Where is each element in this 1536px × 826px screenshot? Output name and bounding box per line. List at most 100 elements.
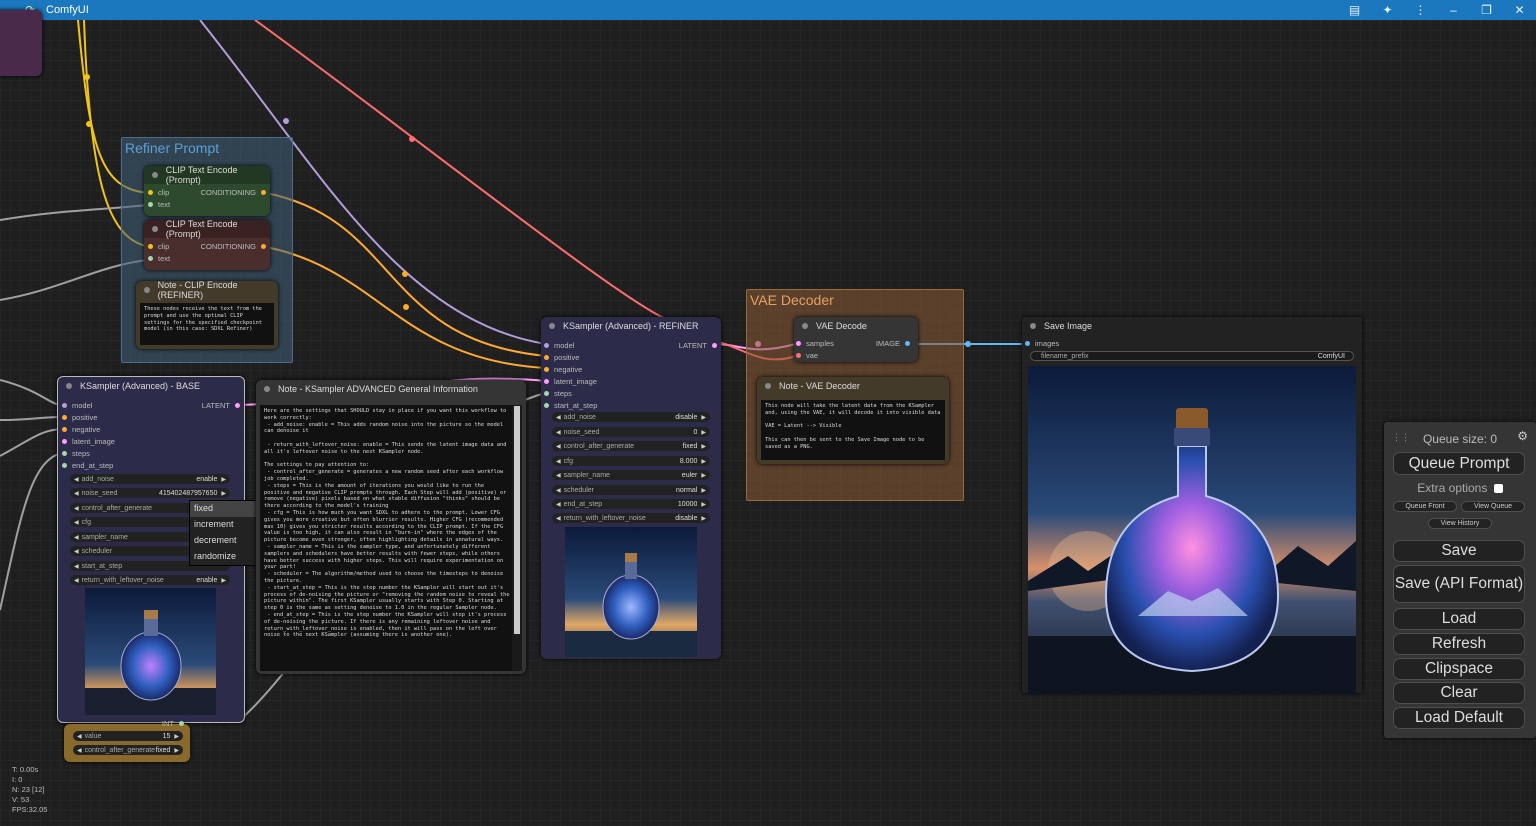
note-textarea[interactable]: Here are the settings that SHOULD stay i… [260, 405, 516, 671]
input-steps[interactable]: steps [544, 389, 572, 398]
maximize-icon[interactable]: ❐ [1470, 0, 1503, 20]
widget-label: return_with_leftover_noise [81, 576, 164, 584]
widget-control-after-generate[interactable]: ◀ control_after_generate fixed ▶ [73, 745, 183, 755]
input-latent-image[interactable]: latent_image [544, 377, 597, 386]
view-queue-button[interactable]: View Queue [1461, 501, 1525, 512]
note-clip-encode[interactable]: Note - CLIP Encode (REFINER) These nodes… [136, 280, 278, 349]
widget-end-at-step[interactable]: ◀ end_at_step 10000 ▶ [552, 499, 710, 509]
slot-label: clip [158, 188, 170, 197]
translate-icon[interactable]: ▤ [1338, 0, 1371, 20]
output-latent[interactable]: LATENT [202, 401, 240, 410]
note-ksampler-info[interactable]: Note - KSampler ADVANCED General Informa… [256, 380, 526, 674]
save-api-format-button[interactable]: Save (API Format) [1393, 565, 1525, 603]
note-textarea[interactable]: These nodes receive the text from the pr… [140, 303, 274, 345]
input-positive[interactable]: positive [544, 353, 579, 362]
clip-text-encode-positive[interactable]: CLIP Text Encode (Prompt) clip text COND… [144, 165, 270, 216]
stat-vertices: V: 53 [12, 795, 30, 804]
widget-value[interactable]: ◀ value 15 ▶ [73, 731, 183, 741]
widget-value: 10000 [677, 500, 698, 508]
input-clip[interactable]: clip [148, 242, 169, 251]
widget-add-noise[interactable]: ◀ add_noise disable ▶ [552, 412, 710, 422]
clear-button[interactable]: Clear [1393, 682, 1525, 704]
queue-front-button[interactable]: Queue Front [1393, 501, 1457, 512]
queue-prompt-button[interactable]: Queue Prompt [1393, 452, 1525, 475]
collapse-dot-icon[interactable] [152, 172, 158, 178]
load-default-button[interactable]: Load Default [1393, 707, 1525, 729]
widget-noise-seed[interactable]: ◀ noise_seed 0 ▶ [552, 427, 710, 437]
scrollbar[interactable] [512, 405, 522, 671]
node-title: Note - VAE Decoder [779, 381, 860, 391]
collapse-dot-icon[interactable] [802, 323, 808, 329]
widget-noise-seed[interactable]: ◀ noise_seed 415402487957650 ▶ [70, 488, 230, 498]
save-image[interactable]: Save Image images filename_prefix ComfyUI [1022, 317, 1362, 693]
collapse-dot-icon[interactable] [765, 383, 771, 389]
widget-cfg[interactable]: ◀ cfg 8.000 ▶ [552, 456, 710, 466]
input-images[interactable]: images [1025, 339, 1059, 348]
window-title: ComfyUI [46, 4, 89, 16]
clip-text-encode-negative[interactable]: CLIP Text Encode (Prompt) clip text COND… [144, 219, 270, 270]
slot-label: negative [554, 365, 583, 374]
clipspace-button[interactable]: Clipspace [1393, 658, 1525, 680]
input-vae[interactable]: vae [796, 351, 818, 360]
widget-sampler-name[interactable]: ◀ sampler_name euler ▶ [552, 470, 710, 480]
note-textarea[interactable]: This node will take the latent data from… [761, 400, 945, 460]
close-icon[interactable]: ✕ [1503, 0, 1536, 20]
input-start-at-step[interactable]: start_at_step [544, 401, 597, 410]
slot-label: steps [554, 389, 572, 398]
collapse-dot-icon[interactable] [264, 386, 270, 392]
save-button[interactable]: Save [1393, 540, 1525, 562]
primitive-node[interactable]: INT ◀ value 15 ▶ ◀ control_after_generate fix… [64, 719, 190, 762]
wire-vae [254, 20, 669, 321]
output-image[interactable]: IMAGE [876, 339, 910, 348]
input-text[interactable]: text [148, 254, 170, 263]
output-conditioning[interactable]: CONDITIONING [201, 242, 266, 251]
slot-label: model [72, 401, 93, 410]
collapse-dot-icon[interactable] [66, 383, 72, 389]
widget-value: 8.000 [679, 457, 698, 465]
scrollbar-thumb[interactable] [514, 406, 520, 634]
input-negative[interactable]: negative [544, 365, 582, 374]
filename-prefix-field[interactable]: filename_prefix ComfyUI [1030, 351, 1354, 361]
load-button[interactable]: Load [1393, 608, 1525, 630]
collapse-dot-icon[interactable] [144, 287, 150, 293]
input-text[interactable]: text [148, 200, 170, 209]
collapse-dot-icon[interactable] [549, 323, 555, 329]
view-history-button[interactable]: View History [1428, 518, 1492, 529]
output-image-preview[interactable] [1028, 366, 1356, 693]
more-vertical-icon[interactable]: ⋮ [1404, 0, 1437, 20]
graph-canvas[interactable]: Refiner Prompt CLIP Text Encode (Prompt)… [0, 10, 1536, 826]
settings-gear-icon[interactable]: ⚙ [1517, 429, 1528, 443]
widget-return-with-leftover-noise[interactable]: ◀ return_with_leftover_noise enable ▶ [70, 575, 230, 585]
collapse-dot-icon[interactable] [1030, 323, 1036, 329]
input-end-at-step[interactable]: end_at_step [62, 461, 113, 470]
widget-label: add_noise [563, 413, 596, 421]
input-negative[interactable]: negative [62, 425, 100, 434]
slot-label: latent_image [554, 377, 597, 386]
output-int[interactable]: INT [162, 719, 184, 728]
input-model[interactable]: model [62, 401, 92, 410]
ksampler-refiner[interactable]: KSampler (Advanced) - REFINER model posi… [541, 317, 721, 659]
input-positive[interactable]: positive [62, 413, 97, 422]
widget-value: 415402487957650 [158, 489, 218, 497]
input-model[interactable]: model [544, 341, 574, 350]
partial-node[interactable] [0, 10, 42, 76]
widget-add-noise[interactable]: ◀ add_noise enable ▶ [70, 474, 230, 484]
slot-label: steps [72, 449, 90, 458]
minimize-icon[interactable]: – [1437, 0, 1470, 20]
input-samples[interactable]: samples [796, 339, 834, 348]
widget-scheduler[interactable]: ◀ scheduler normal ▶ [552, 485, 710, 495]
output-conditioning[interactable]: CONDITIONING [201, 188, 266, 197]
slot-label: samples [806, 339, 834, 348]
input-steps[interactable]: steps [62, 449, 90, 458]
note-vae-decoder[interactable]: Note - VAE Decoder This node will take t… [757, 377, 949, 464]
output-latent[interactable]: LATENT [679, 341, 717, 350]
collapse-dot-icon[interactable] [152, 226, 158, 232]
extra-options-checkbox[interactable] [1493, 484, 1503, 493]
input-latent-image[interactable]: latent_image [62, 437, 115, 446]
widget-control-after-generate[interactable]: ◀ control_after_generate fixed ▶ [552, 441, 710, 451]
widget-return-with-leftover-noise[interactable]: ◀ return_with_leftover_noise disable ▶ [552, 513, 710, 523]
refresh-button[interactable]: Refresh [1393, 633, 1525, 655]
input-clip[interactable]: clip [148, 188, 169, 197]
extensions-icon[interactable]: ✦ [1371, 0, 1404, 20]
vae-decode[interactable]: VAE Decode samples vae IMAGE [794, 317, 918, 362]
